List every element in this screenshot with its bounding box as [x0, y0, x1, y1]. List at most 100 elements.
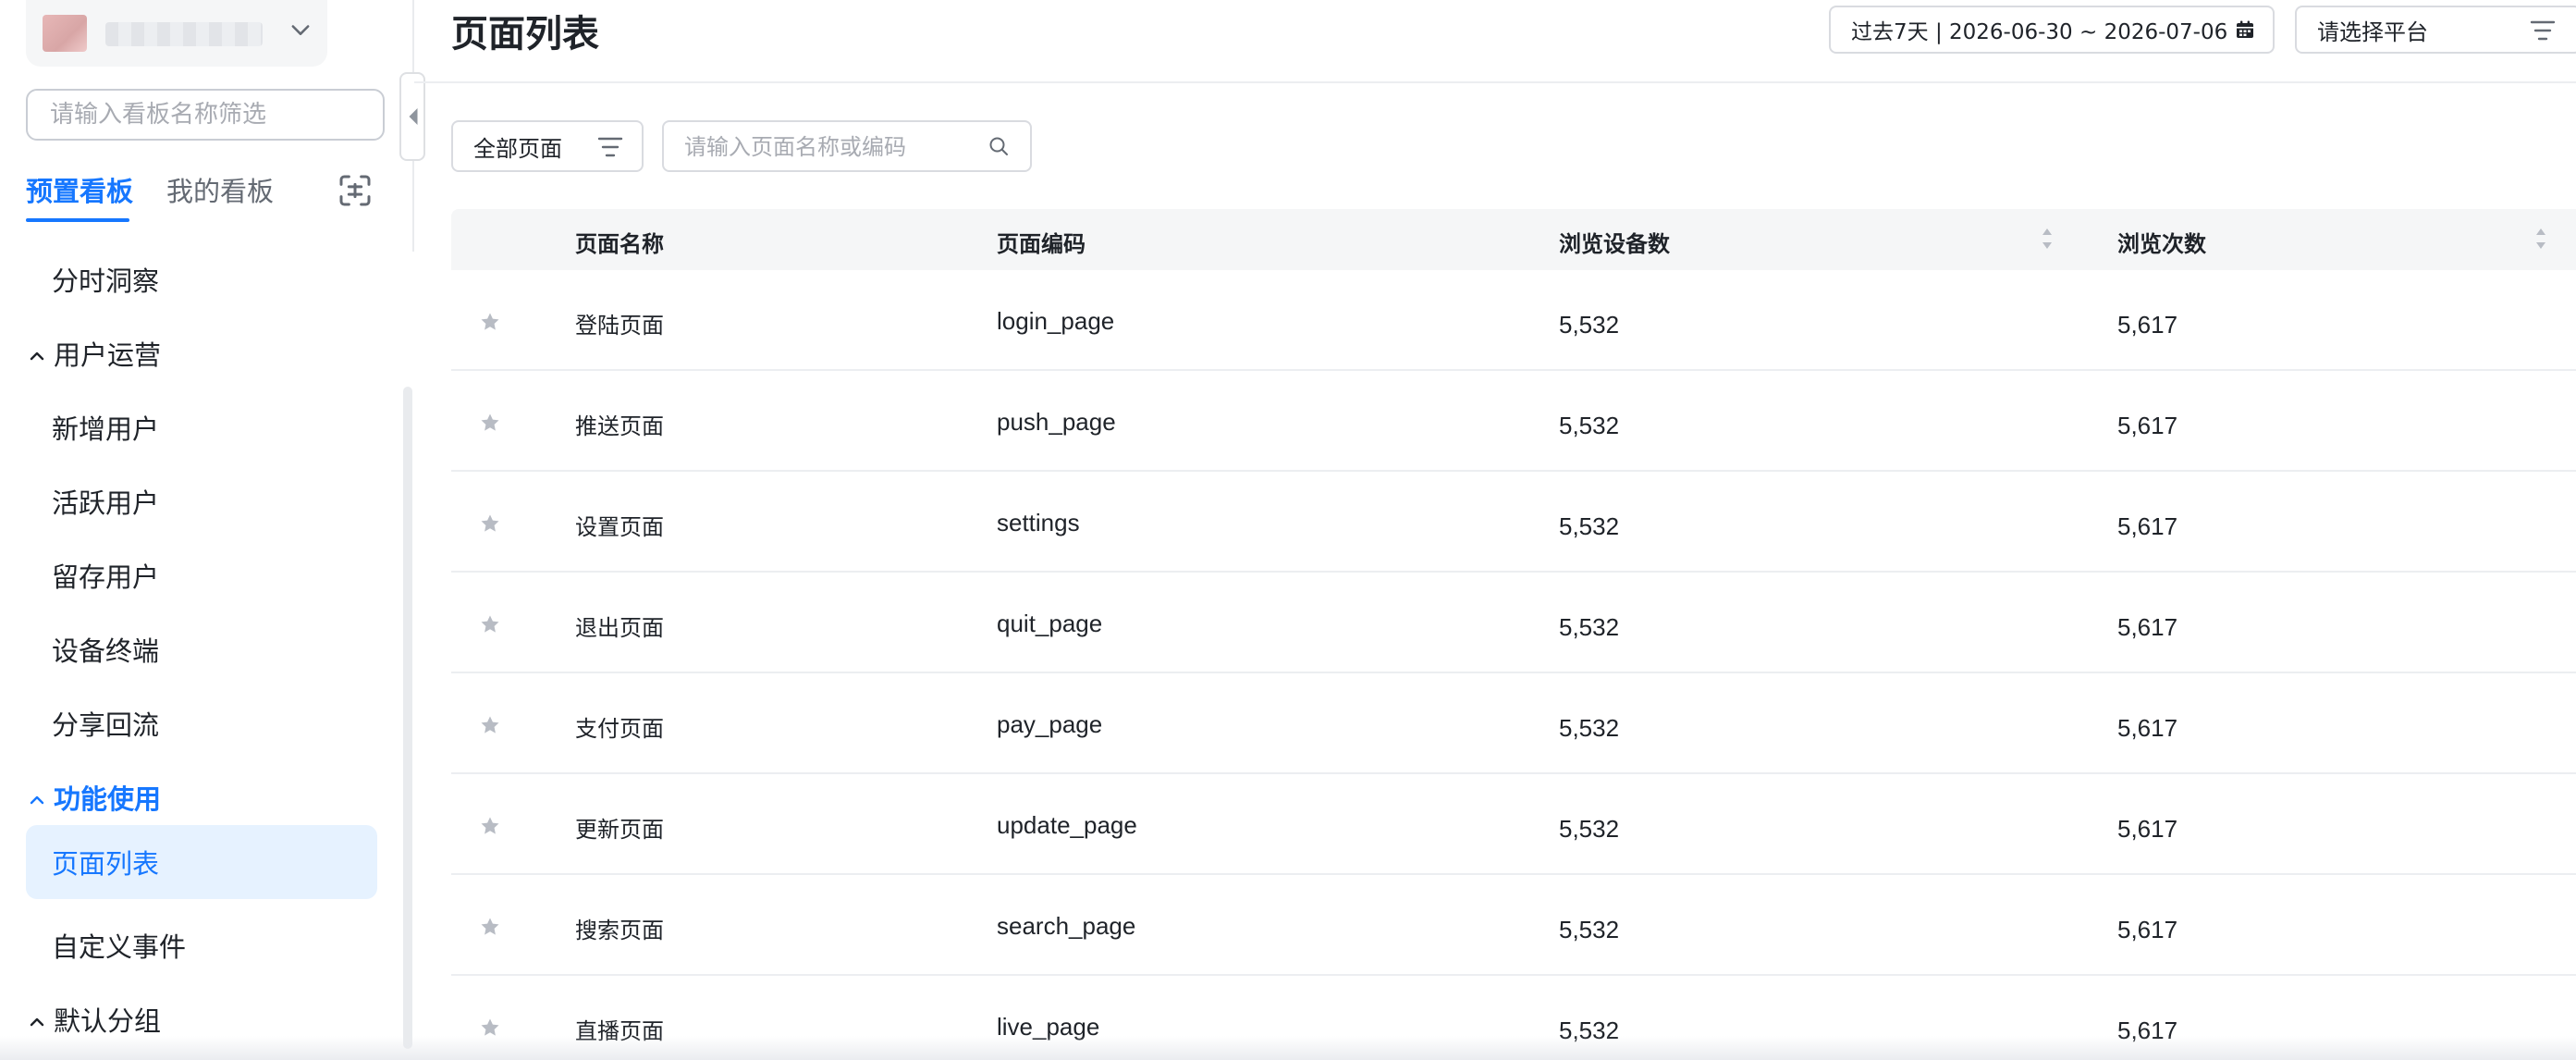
- menu-group-label: 用户运营: [54, 339, 162, 371]
- cell-page-name: 设置页面: [575, 514, 664, 540]
- menu-item-label: 自定义事件: [52, 931, 187, 963]
- chevron-up-icon: [26, 1008, 48, 1030]
- cell-page-code: update_page: [997, 811, 1137, 839]
- star-icon[interactable]: [479, 815, 501, 837]
- cell-page-code: push_page: [997, 408, 1116, 436]
- cell-views: 5,617: [2117, 311, 2178, 339]
- cell-devices: 5,532: [1559, 311, 1620, 339]
- cell-views: 5,617: [2117, 613, 2178, 641]
- menu-item-label: 分享回流: [52, 709, 160, 741]
- menu-item-time-insight[interactable]: 分时洞察: [26, 242, 377, 316]
- page-filter-label: 全部页面: [473, 135, 562, 162]
- page-type-filter[interactable]: 全部页面: [451, 120, 644, 172]
- menu-item-label: 留存用户: [52, 561, 160, 593]
- platform-placeholder: 请选择平台: [2317, 18, 2428, 45]
- menu-item-device-terminals[interactable]: 设备终端: [26, 612, 377, 686]
- table-row[interactable]: 退出页面 quit_page 5,532 5,617: [451, 573, 2576, 673]
- menu-item-label: 新增用户: [52, 413, 160, 445]
- search-icon[interactable]: [987, 135, 1010, 157]
- menu-item-label: 设备终端: [52, 635, 160, 667]
- menu-item-label: 活跃用户: [52, 487, 160, 519]
- cell-page-name: 退出页面: [575, 615, 664, 641]
- tab-underline: [26, 218, 129, 222]
- table-row[interactable]: 支付页面 pay_page 5,532 5,617: [451, 673, 2576, 774]
- chevron-down-icon[interactable]: [288, 17, 313, 43]
- scan-icon[interactable]: [337, 172, 374, 209]
- column-header-page-code: 页面编码: [997, 231, 1086, 257]
- header-divider: [414, 81, 2576, 83]
- table-row[interactable]: 设置页面 settings 5,532 5,617: [451, 472, 2576, 573]
- menu-item-retained-users[interactable]: 留存用户: [26, 538, 377, 612]
- filter-icon: [597, 135, 623, 159]
- cell-views: 5,617: [2117, 916, 2178, 943]
- account-name-blurred: [105, 22, 263, 46]
- menu-item-page-list[interactable]: 页面列表: [26, 825, 377, 899]
- sort-icon[interactable]: [2040, 226, 2055, 252]
- star-icon[interactable]: [479, 916, 501, 938]
- cell-devices: 5,532: [1559, 412, 1620, 439]
- cell-devices: 5,532: [1559, 916, 1620, 943]
- cell-views: 5,617: [2117, 714, 2178, 742]
- menu-item-label: 分时洞察: [52, 265, 160, 297]
- cell-page-code: quit_page: [997, 610, 1103, 637]
- cell-page-name: 支付页面: [575, 716, 664, 742]
- sidebar-scrollbar[interactable]: [403, 387, 412, 1049]
- date-range-picker[interactable]: 过去7天 | 2026-06-30 ~ 2026-07-06: [1829, 6, 2275, 54]
- star-icon[interactable]: [479, 412, 501, 434]
- menu-item-active-users[interactable]: 活跃用户: [26, 464, 377, 538]
- tab-preset-boards[interactable]: 预置看板: [26, 170, 133, 209]
- cell-devices: 5,532: [1559, 512, 1620, 540]
- menu-item-new-users[interactable]: 新增用户: [26, 390, 377, 464]
- star-icon[interactable]: [479, 512, 501, 535]
- menu-item-share-backflow[interactable]: 分享回流: [26, 686, 377, 760]
- table-row[interactable]: 更新页面 update_page 5,532 5,617: [451, 774, 2576, 875]
- filter-icon: [2530, 18, 2556, 43]
- cell-page-name: 搜索页面: [575, 918, 664, 943]
- table-row[interactable]: 推送页面 push_page 5,532 5,617: [451, 371, 2576, 472]
- avatar: [43, 15, 87, 52]
- cell-views: 5,617: [2117, 815, 2178, 843]
- sidebar: 预置看板 我的看板 分时洞察 用户运营 新增用户 活跃用户 留存用户 设备终端: [0, 0, 401, 1060]
- column-header-views[interactable]: 浏览次数: [2117, 226, 2206, 258]
- board-filter-input[interactable]: [26, 89, 385, 141]
- menu-group-label: 默认分组: [54, 1005, 162, 1037]
- star-icon[interactable]: [479, 714, 501, 736]
- page-search-input[interactable]: [684, 131, 980, 163]
- tab-my-boards[interactable]: 我的看板: [166, 170, 274, 209]
- cell-views: 5,617: [2117, 412, 2178, 439]
- sort-icon[interactable]: [2533, 226, 2548, 252]
- column-header-devices[interactable]: 浏览设备数: [1559, 226, 1670, 258]
- cell-page-code: settings: [997, 509, 1080, 536]
- star-icon[interactable]: [479, 613, 501, 635]
- cell-page-code: search_page: [997, 912, 1136, 940]
- cell-devices: 5,532: [1559, 613, 1620, 641]
- main-content: 页面列表 过去7天 | 2026-06-30 ~ 2026-07-06 请选择平…: [414, 0, 2576, 1060]
- cell-page-name: 推送页面: [575, 413, 664, 439]
- table-header: 页面名称 页面编码 浏览设备数 浏览次数: [451, 209, 2576, 270]
- cell-page-code: pay_page: [997, 710, 1103, 738]
- cell-devices: 5,532: [1559, 815, 1620, 843]
- chevron-up-icon: [26, 786, 48, 808]
- chevron-up-icon: [26, 342, 48, 364]
- account-switcher[interactable]: [26, 0, 327, 67]
- page-search-box: [662, 120, 1032, 172]
- cell-devices: 5,532: [1559, 714, 1620, 742]
- cell-page-name: 更新页面: [575, 817, 664, 843]
- star-icon[interactable]: [479, 311, 501, 333]
- menu-group-user-operations[interactable]: 用户运营: [26, 316, 377, 390]
- table-row[interactable]: 搜索页面 search_page 5,532 5,617: [451, 875, 2576, 976]
- page-title: 页面列表: [451, 13, 599, 55]
- cell-page-name: 登陆页面: [575, 313, 664, 339]
- menu-group-feature-usage[interactable]: 功能使用: [26, 760, 377, 834]
- cell-page-code: login_page: [997, 307, 1115, 335]
- platform-select[interactable]: 请选择平台: [2295, 6, 2576, 54]
- menu-item-custom-events[interactable]: 自定义事件: [26, 908, 377, 982]
- calendar-icon: [2234, 18, 2256, 41]
- table-row[interactable]: 登陆页面 login_page 5,532 5,617: [451, 270, 2576, 371]
- cell-views: 5,617: [2117, 512, 2178, 540]
- column-header-page-name: 页面名称: [575, 231, 664, 257]
- date-range-value: 过去7天 | 2026-06-30 ~ 2026-07-06: [1851, 20, 2228, 44]
- bottom-shadow: [0, 1036, 2576, 1060]
- menu-group-label: 功能使用: [54, 783, 162, 815]
- menu-item-label: 页面列表: [52, 848, 160, 880]
